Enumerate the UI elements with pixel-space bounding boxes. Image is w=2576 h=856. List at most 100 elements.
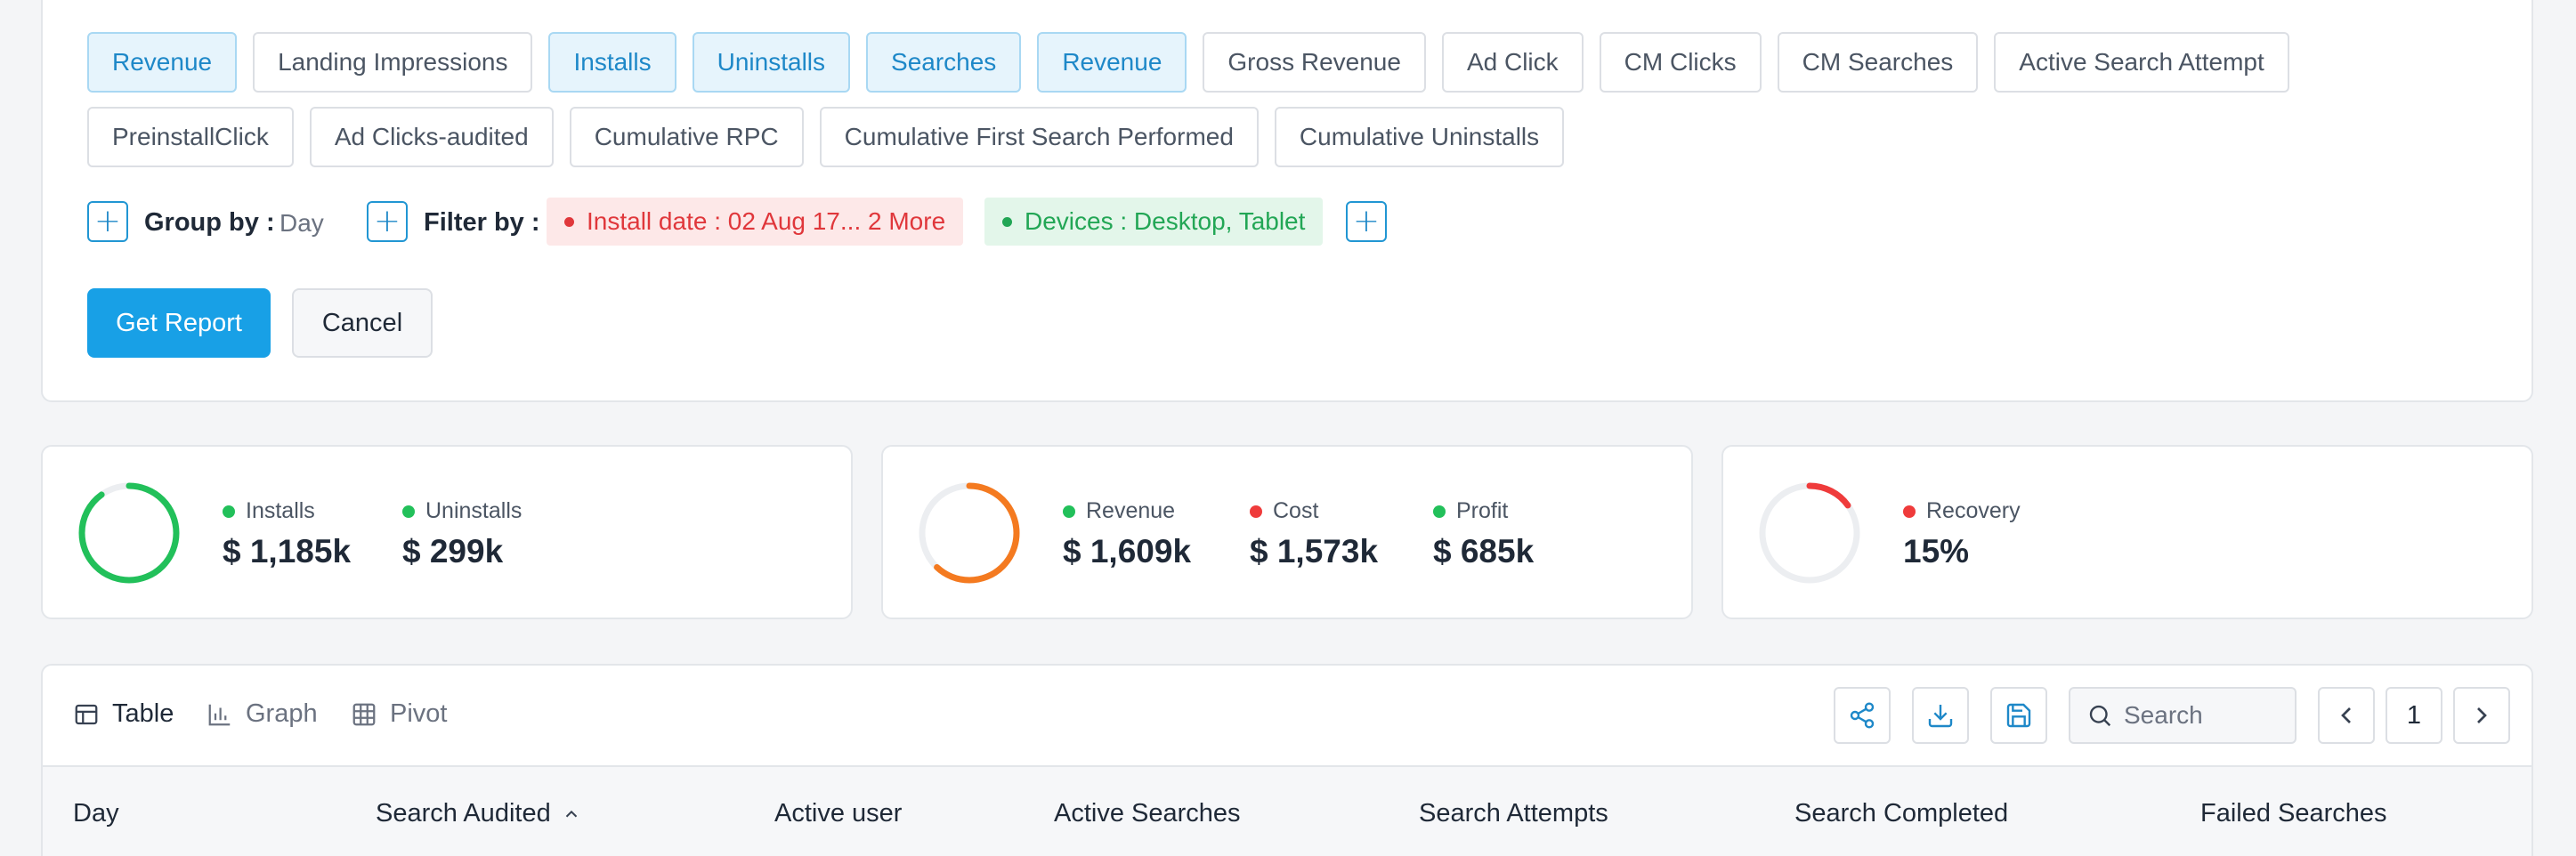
metric-chip-active-search-attempt[interactable]: Active Search Attempt: [1994, 32, 2289, 93]
summary-card-recovery: Recovery 15%: [1721, 445, 2533, 619]
tab-graph[interactable]: Graph: [207, 699, 318, 729]
metric-chip-searches[interactable]: Searches: [866, 32, 1022, 93]
chevron-left-icon: [2341, 707, 2351, 723]
stat-installs: Installs $ 1,185k: [223, 498, 351, 570]
installs-progress-ring: [78, 482, 180, 584]
status-dot: [1002, 216, 1012, 227]
tab-label: Graph: [246, 699, 318, 728]
download-button[interactable]: [1912, 687, 1969, 744]
add-group-by-button[interactable]: +: [87, 201, 128, 242]
metric-chip-ad-clicks-audited[interactable]: Ad Clicks-audited: [309, 107, 554, 167]
metric-chip-ad-click[interactable]: Ad Click: [1441, 32, 1584, 93]
next-page-button[interactable]: [2453, 687, 2510, 744]
metric-chips-row-1: Revenue Landing Impressions Installs Uninst…: [87, 32, 2289, 93]
column-label: Active Searches: [1054, 799, 1241, 828]
chevron-right-icon: [2477, 707, 2487, 723]
filter-tag-text: Install date : 02 Aug 17... 2 More: [587, 207, 946, 235]
metric-chip-installs[interactable]: Installs: [548, 32, 676, 93]
page-number[interactable]: 1: [2386, 687, 2442, 744]
group-by-value[interactable]: Day: [279, 209, 324, 238]
revenue-progress-ring: [919, 482, 1020, 584]
share-button[interactable]: [1834, 687, 1891, 744]
status-dot: [1250, 505, 1262, 518]
column-label: Day: [73, 799, 119, 828]
sort-ascending-icon: [565, 810, 577, 817]
add-filter-button[interactable]: +: [367, 201, 408, 242]
status-dot: [402, 505, 415, 518]
status-dot: [223, 505, 235, 518]
metric-chip-revenue[interactable]: Revenue: [87, 32, 238, 93]
column-label: Search Audited: [376, 799, 551, 828]
column-label: Search Completed: [1794, 799, 2009, 828]
bar-chart-icon: [208, 704, 231, 725]
save-icon: [2006, 703, 2031, 728]
search-input[interactable]: [2124, 701, 2284, 730]
summary-card-installs: Installs $ 1,185k Uninstalls $ 299k: [41, 445, 853, 619]
download-icon: [1928, 705, 1953, 728]
metric-chip-cumulative-first-search-performed[interactable]: Cumulative First Search Performed: [819, 107, 1259, 167]
column-header-day[interactable]: Day: [73, 799, 119, 828]
save-button[interactable]: [1990, 687, 2047, 744]
report-table-panel: Table Graph Pivot 1: [41, 664, 2533, 856]
cancel-button[interactable]: Cancel: [292, 288, 433, 358]
summary-card-revenue: Revenue $ 1,609k Cost $ 1,573k Profit $ …: [881, 445, 1693, 619]
stat-value: $ 1,609k: [1063, 533, 1192, 569]
metric-chip-uninstalls[interactable]: Uninstalls: [692, 32, 851, 93]
stat-recovery: Recovery 15%: [1903, 498, 2021, 570]
metric-chip-cm-searches[interactable]: CM Searches: [1777, 32, 1979, 93]
stat-cost: Cost $ 1,573k: [1250, 498, 1378, 570]
report-builder-panel: Revenue Landing Impressions Installs Uninst…: [41, 0, 2533, 402]
metric-chip-revenue[interactable]: Revenue: [1037, 32, 1187, 93]
prev-page-button[interactable]: [2318, 687, 2375, 744]
stat-label: Recovery: [1926, 498, 2021, 523]
tab-pivot[interactable]: Pivot: [351, 699, 447, 729]
metric-chip-gross-revenue[interactable]: Gross Revenue: [1203, 32, 1426, 93]
filter-tag-install-date[interactable]: Install date : 02 Aug 17... 2 More: [547, 198, 964, 246]
tab-table[interactable]: Table: [73, 699, 174, 729]
stat-value: $ 685k: [1433, 533, 1535, 569]
group-by-label: Group by :: [144, 208, 275, 237]
filter-by-label: Filter by :: [424, 208, 540, 237]
stat-value: $ 1,573k: [1250, 533, 1379, 569]
stat-value: $ 299k: [402, 533, 504, 569]
table-icon: [75, 704, 98, 724]
search-icon: [2089, 705, 2111, 727]
status-dot: [1903, 505, 1916, 518]
filter-tag-devices[interactable]: Devices : Desktop, Tablet: [984, 198, 1324, 246]
column-header-search-attempts[interactable]: Search Attempts: [1419, 799, 1608, 828]
metric-chip-landing-impressions[interactable]: Landing Impressions: [253, 32, 533, 93]
column-header-active-searches[interactable]: Active Searches: [1054, 799, 1241, 828]
add-filter-tag-button[interactable]: +: [1346, 201, 1387, 242]
status-dot: [1433, 505, 1446, 518]
stat-value: 15%: [1903, 533, 1970, 569]
tab-label: Table: [112, 699, 174, 728]
get-report-button[interactable]: Get Report: [87, 288, 271, 358]
column-header-search-audited[interactable]: Search Audited: [376, 799, 581, 828]
stat-label: Revenue: [1086, 498, 1176, 523]
stat-label: Uninstalls: [425, 498, 522, 523]
tab-label: Pivot: [390, 699, 448, 728]
column-label: Failed Searches: [2200, 799, 2387, 828]
stat-label: Cost: [1273, 498, 1319, 523]
metric-chips-row-2: PreinstallClick Ad Clicks-audited Cumulati…: [87, 107, 1565, 167]
stat-label: Profit: [1456, 498, 1509, 523]
status-dot: [1063, 505, 1075, 518]
status-dot: [564, 216, 574, 227]
grid-icon: [352, 703, 376, 725]
stat-revenue: Revenue $ 1,609k: [1063, 498, 1191, 570]
stat-uninstalls: Uninstalls $ 299k: [402, 498, 522, 570]
metric-chip-preinstallclick[interactable]: PreinstallClick: [87, 107, 294, 167]
stat-label: Installs: [246, 498, 315, 523]
metric-chip-cm-clicks[interactable]: CM Clicks: [1599, 32, 1762, 93]
column-header-search-completed[interactable]: Search Completed: [1794, 799, 2008, 828]
column-label: Search Attempts: [1419, 799, 1608, 828]
search-box: [2069, 687, 2297, 744]
share-icon: [1850, 702, 1875, 729]
filter-tag-text: Devices : Desktop, Tablet: [1025, 207, 1306, 235]
metric-chip-cumulative-rpc[interactable]: Cumulative RPC: [569, 107, 804, 167]
column-header-failed-searches[interactable]: Failed Searches: [2200, 799, 2387, 828]
metric-chip-cumulative-uninstalls[interactable]: Cumulative Uninstalls: [1274, 107, 1565, 167]
stat-profit: Profit $ 685k: [1433, 498, 1534, 570]
column-header-active-user[interactable]: Active user: [774, 799, 902, 828]
column-label: Active user: [774, 799, 903, 828]
